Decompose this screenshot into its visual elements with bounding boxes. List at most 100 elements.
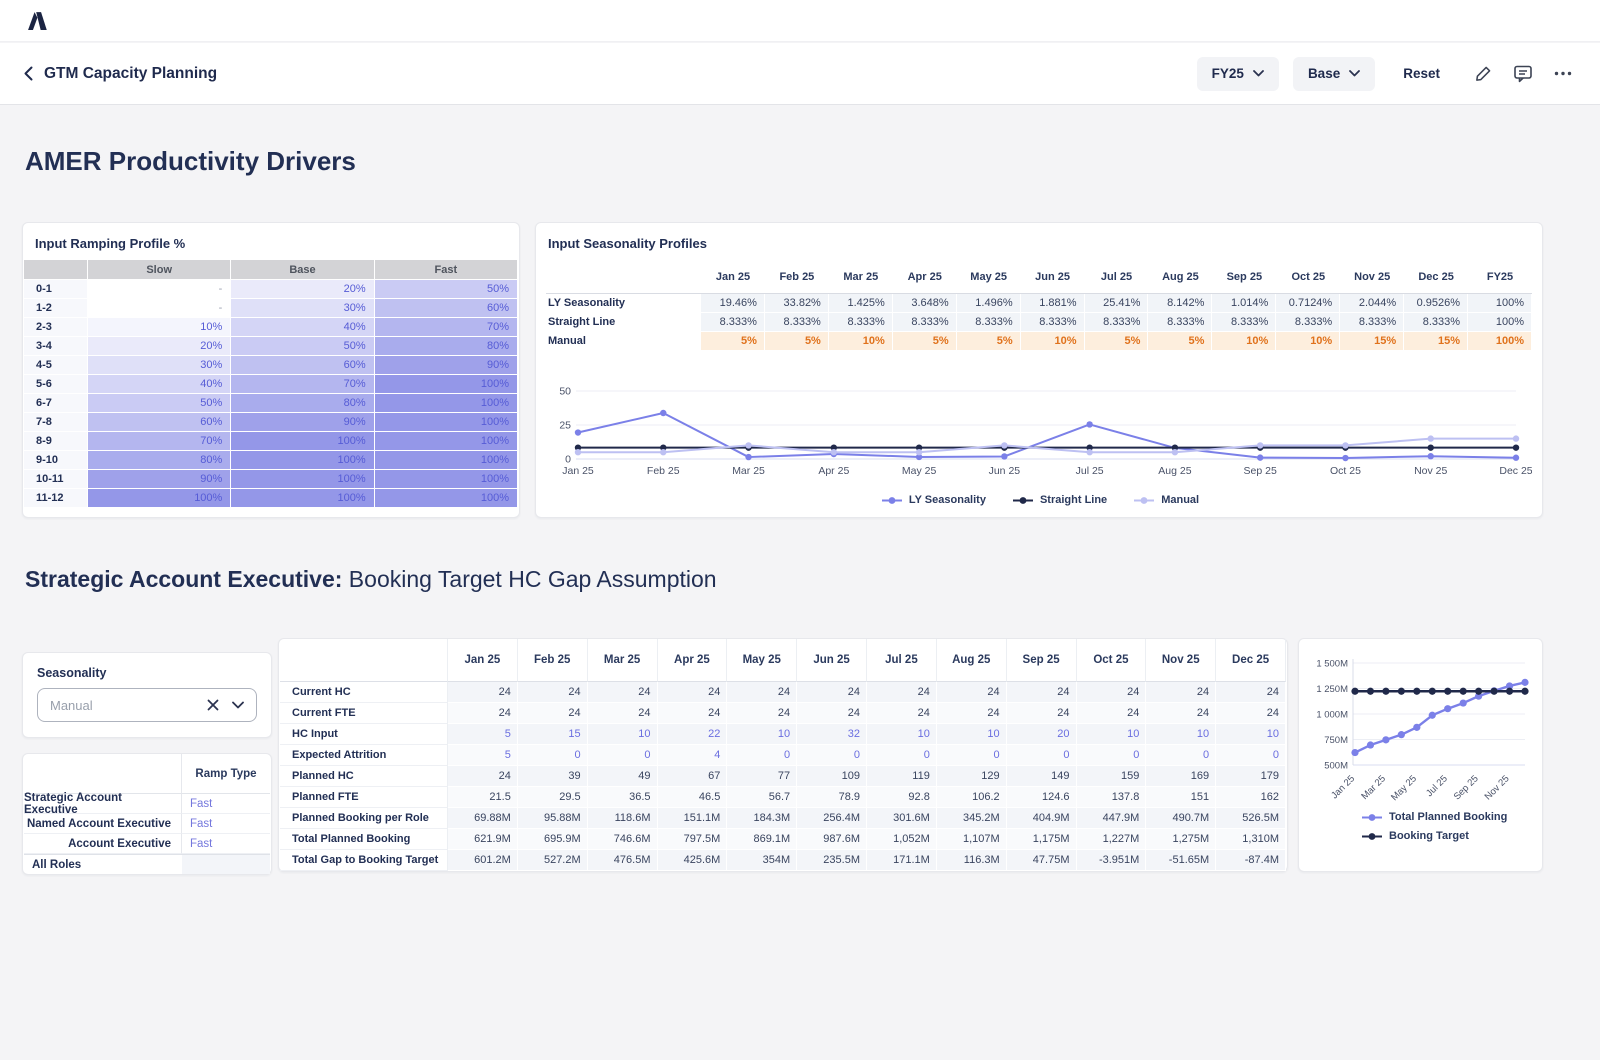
cell[interactable]: 10% — [1276, 332, 1340, 351]
cell[interactable]: 100% — [231, 451, 374, 470]
cell[interactable]: 80% — [88, 451, 231, 470]
cell[interactable]: 10% — [1212, 332, 1276, 351]
cell[interactable]: 100% — [375, 451, 518, 470]
cell[interactable]: 100% — [375, 432, 518, 451]
cell[interactable]: 0 — [1146, 745, 1216, 766]
cell[interactable]: 5% — [765, 332, 829, 351]
version-selector[interactable]: Base — [1293, 57, 1375, 91]
cell[interactable]: 50% — [375, 280, 518, 299]
cell[interactable]: 5% — [701, 332, 765, 351]
row-label: 2-3 — [24, 318, 88, 337]
cell[interactable]: 10 — [867, 724, 937, 745]
cell[interactable]: 60% — [88, 413, 231, 432]
comment-icon[interactable] — [1510, 61, 1536, 87]
cell[interactable]: 40% — [88, 375, 231, 394]
cell[interactable]: 10 — [1216, 724, 1286, 745]
cell[interactable]: 90% — [88, 470, 231, 489]
cell: 8.333% — [1212, 313, 1276, 332]
period-selector[interactable]: FY25 — [1197, 57, 1279, 91]
legend-item[interactable]: LY Seasonality — [881, 494, 986, 506]
cell[interactable]: 22 — [658, 724, 728, 745]
column-header: Base — [231, 260, 374, 280]
cell[interactable]: 70% — [375, 318, 518, 337]
cell[interactable]: 70% — [231, 375, 374, 394]
cell[interactable]: 20% — [231, 280, 374, 299]
cell[interactable]: 10% — [88, 318, 231, 337]
cell[interactable]: 4 — [658, 745, 728, 766]
cell[interactable]: 100% — [375, 489, 518, 508]
cell[interactable]: 5 — [448, 745, 518, 766]
cell[interactable]: 15 — [518, 724, 588, 745]
cell: 8.333% — [1276, 313, 1340, 332]
cell[interactable]: 15% — [1340, 332, 1404, 351]
cell: 24 — [797, 682, 867, 703]
cell[interactable]: 100% — [375, 413, 518, 432]
svg-text:Feb 25: Feb 25 — [647, 465, 680, 477]
back-navigation[interactable]: GTM Capacity Planning — [24, 65, 217, 83]
seasonality-dropdown[interactable]: Manual — [37, 688, 257, 722]
section-title-role: Strategic Account Executive: — [25, 566, 342, 592]
cell[interactable]: 10 — [1146, 724, 1216, 745]
cell[interactable]: 0 — [1007, 745, 1077, 766]
cell: 118.6M — [588, 808, 658, 829]
cell[interactable]: Fast — [182, 814, 270, 834]
chevron-down-icon[interactable] — [232, 701, 244, 709]
cell[interactable]: - — [88, 299, 231, 318]
cell[interactable]: 10 — [937, 724, 1007, 745]
cell[interactable]: - — [88, 280, 231, 299]
cell[interactable]: 100% — [375, 375, 518, 394]
cell[interactable]: 100% — [1468, 332, 1532, 351]
cell[interactable]: 10% — [1021, 332, 1085, 351]
cell[interactable]: 80% — [375, 337, 518, 356]
cell[interactable]: 0 — [1216, 745, 1286, 766]
cell[interactable]: 40% — [231, 318, 374, 337]
cell[interactable]: 32 — [797, 724, 867, 745]
more-options-icon[interactable] — [1550, 61, 1576, 87]
cell[interactable]: 10 — [1077, 724, 1147, 745]
cell[interactable]: 60% — [375, 299, 518, 318]
cell[interactable]: 100% — [375, 470, 518, 489]
cell[interactable]: 100% — [231, 489, 374, 508]
cell[interactable]: 0 — [867, 745, 937, 766]
reset-button[interactable]: Reset — [1403, 66, 1440, 81]
cell[interactable]: 100% — [375, 394, 518, 413]
cell[interactable]: 30% — [88, 356, 231, 375]
cell[interactable]: 90% — [375, 356, 518, 375]
cell[interactable]: 50% — [88, 394, 231, 413]
cell[interactable]: 5% — [1085, 332, 1149, 351]
cell[interactable]: 0 — [937, 745, 1007, 766]
cell[interactable]: 100% — [231, 432, 374, 451]
cell[interactable]: 5% — [1148, 332, 1212, 351]
cell[interactable]: 0 — [518, 745, 588, 766]
cell[interactable]: 20 — [1007, 724, 1077, 745]
legend-item[interactable]: Manual — [1133, 494, 1199, 506]
cell[interactable]: 10% — [829, 332, 893, 351]
cell[interactable]: 80% — [231, 394, 374, 413]
cell[interactable]: 0 — [1077, 745, 1147, 766]
clear-x-icon[interactable] — [207, 699, 219, 711]
legend-item[interactable]: Total Planned Booking — [1361, 811, 1507, 823]
cell[interactable]: 5% — [957, 332, 1021, 351]
cell[interactable]: 10 — [727, 724, 797, 745]
legend-item[interactable]: Straight Line — [1012, 494, 1107, 506]
cell[interactable]: Fast — [182, 794, 270, 814]
cell[interactable]: 15% — [1404, 332, 1468, 351]
cell[interactable]: 70% — [88, 432, 231, 451]
cell[interactable]: 60% — [231, 356, 374, 375]
cell[interactable]: 50% — [231, 337, 374, 356]
cell[interactable]: 100% — [231, 470, 374, 489]
cell[interactable]: 10 — [588, 724, 658, 745]
edit-pencil-icon[interactable] — [1470, 61, 1496, 87]
cell[interactable]: 20% — [88, 337, 231, 356]
cell[interactable]: 0 — [588, 745, 658, 766]
cell[interactable]: Fast — [182, 834, 270, 854]
cell[interactable]: 0 — [727, 745, 797, 766]
cell[interactable]: 5% — [893, 332, 957, 351]
cell[interactable]: 30% — [231, 299, 374, 318]
cell[interactable]: 0 — [797, 745, 867, 766]
cell[interactable]: 5 — [448, 724, 518, 745]
legend-item[interactable]: Booking Target — [1361, 830, 1507, 842]
anaplan-logo-icon[interactable] — [24, 8, 50, 39]
cell[interactable]: 100% — [88, 489, 231, 508]
cell[interactable]: 90% — [231, 413, 374, 432]
